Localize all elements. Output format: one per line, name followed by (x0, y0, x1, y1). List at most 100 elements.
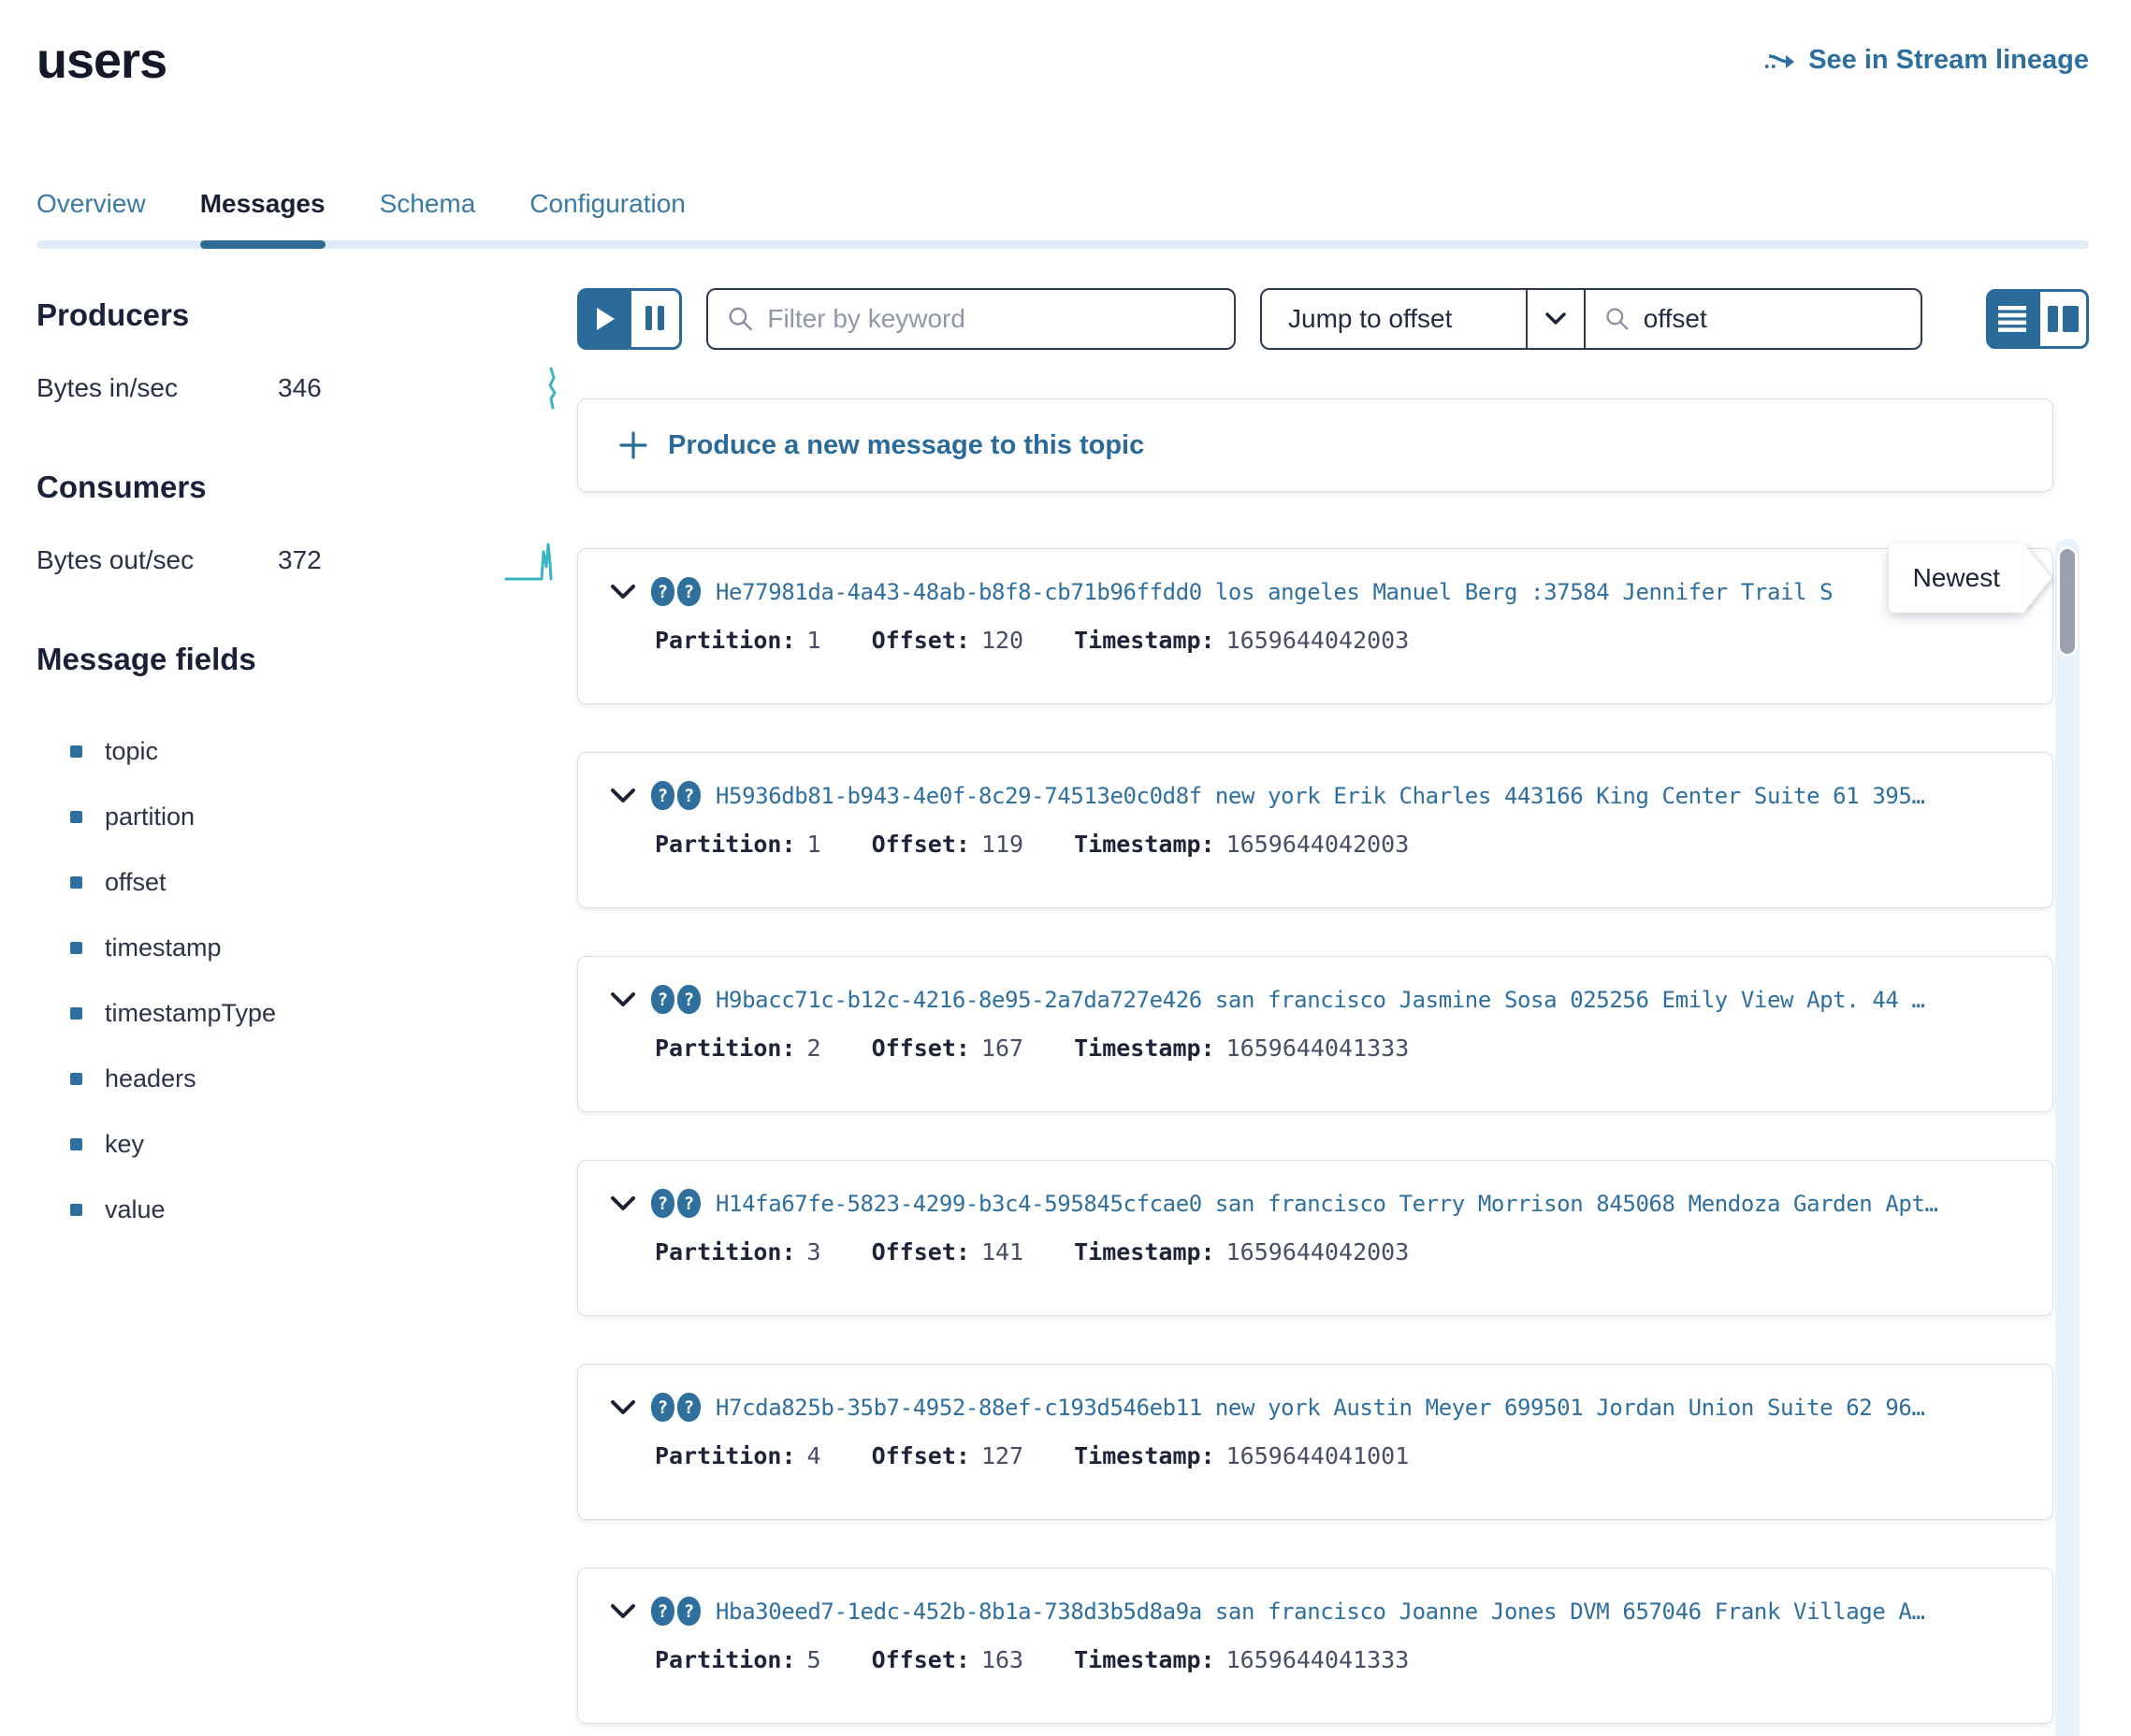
message-row[interactable]: ?? Hba30eed7-1edc-452b-8b1a-738d3b5d8a9a… (577, 1568, 2053, 1724)
list-view-icon (1998, 306, 2026, 332)
field-item-key: key (36, 1111, 577, 1177)
bullet-icon (70, 1138, 82, 1150)
main-area: Producers Bytes in/sec 346 Consumers Byt… (36, 249, 2089, 1724)
partition-field: Partition:4 (655, 1442, 821, 1469)
stream-lineage-link[interactable]: See in Stream lineage (1763, 45, 2089, 76)
offset-field: Offset:141 (872, 1238, 1024, 1266)
offset-search-input[interactable] (1644, 304, 1902, 334)
unknown-glyph-icon: ?? (651, 1393, 701, 1422)
unknown-glyph-icon: ?? (651, 985, 701, 1014)
offset-field: Offset:167 (872, 1034, 1024, 1062)
consumers-heading: Consumers (36, 470, 577, 505)
tab-messages[interactable]: Messages (200, 189, 326, 249)
jump-mode-select[interactable]: Jump to offset (1262, 290, 1526, 348)
offset-field: Offset:120 (872, 627, 1024, 654)
newest-badge: Newest (1889, 543, 2024, 613)
message-key: Hba30eed7-1edc-452b-8b1a-738d3b5d8a9a sa… (716, 1599, 2021, 1625)
search-icon (727, 304, 754, 334)
scrollbar-track (2055, 539, 2080, 1736)
unknown-glyph-icon: ?? (651, 1189, 701, 1218)
field-item-value: value (36, 1177, 577, 1242)
chevron-down-icon[interactable] (610, 1195, 636, 1212)
column-view-icon (2063, 306, 2079, 332)
message-row[interactable]: Newest ?? He77981da-4a43-48ab-b8f8-cb71b… (577, 548, 2053, 704)
play-icon (597, 308, 615, 330)
produce-message-label: Produce a new message to this topic (668, 430, 1144, 461)
message-row[interactable]: ?? H9bacc71c-b12c-4216-8e95-2a7da727e426… (577, 956, 2053, 1112)
lineage-arrow-icon (1763, 47, 1797, 75)
play-pause-toggle (577, 288, 682, 350)
bytes-out-sparkline-icon (504, 539, 562, 582)
plus-icon (619, 431, 647, 459)
message-key: He77981da-4a43-48ab-b8f8-cb71b96ffdd0 lo… (716, 579, 2021, 605)
messages-panel: Jump to offset (577, 249, 2089, 1724)
message-row[interactable]: ?? H14fa67fe-5823-4299-b3c4-595845cfcae0… (577, 1160, 2053, 1316)
message-key: H5936db81-b943-4e0f-8c29-74513e0c0d8f ne… (716, 783, 2021, 809)
page-title: users (36, 32, 167, 90)
keyword-filter-input[interactable] (767, 304, 1215, 334)
pause-button[interactable] (629, 288, 683, 350)
field-item-partition: partition (36, 784, 577, 849)
sidebar: Producers Bytes in/sec 346 Consumers Byt… (36, 249, 577, 1724)
column-view-icon (2048, 306, 2058, 332)
tab-overview[interactable]: Overview (36, 189, 146, 249)
newest-badge-label: Newest (1913, 563, 2000, 593)
offset-field: Offset:119 (872, 831, 1024, 858)
chevron-down-icon[interactable] (610, 584, 636, 600)
bytes-in-value: 346 (278, 373, 322, 403)
chevron-down-icon[interactable] (610, 991, 636, 1008)
offset-field: Offset:163 (872, 1646, 1024, 1673)
bytes-out-label: Bytes out/sec (36, 545, 278, 575)
message-fields-heading: Message fields (36, 642, 577, 677)
list-view-button[interactable] (1986, 289, 2037, 349)
field-item-offset: offset (36, 849, 577, 915)
bytes-out-value: 372 (278, 545, 322, 575)
bytes-in-metric: Bytes in/sec 346 (36, 367, 577, 410)
message-key: H9bacc71c-b12c-4216-8e95-2a7da727e426 sa… (716, 987, 2021, 1013)
bytes-in-label: Bytes in/sec (36, 373, 278, 403)
topic-page: users See in Stream lineage Overview Mes… (0, 0, 2131, 1736)
field-item-timestampType: timestampType (36, 980, 577, 1046)
partition-field: Partition:1 (655, 627, 821, 654)
bullet-icon (70, 745, 82, 758)
search-icon (1604, 304, 1631, 334)
scrollbar-thumb[interactable] (2057, 546, 2078, 657)
tab-schema[interactable]: Schema (380, 189, 476, 249)
chevron-down-icon[interactable] (610, 788, 636, 804)
producers-heading: Producers (36, 297, 577, 333)
field-item-timestamp: timestamp (36, 915, 577, 980)
chevron-down-icon[interactable] (610, 1399, 636, 1416)
jump-mode-chevron[interactable] (1526, 290, 1584, 348)
message-row[interactable]: ?? H5936db81-b943-4e0f-8c29-74513e0c0d8f… (577, 752, 2053, 908)
column-view-button[interactable] (2037, 289, 2089, 349)
chevron-down-icon[interactable] (610, 1603, 636, 1620)
message-list: Newest ?? He77981da-4a43-48ab-b8f8-cb71b… (577, 548, 2089, 1724)
jump-mode-value: Jump to offset (1288, 304, 1452, 334)
tab-bar: Overview Messages Schema Configuration (36, 189, 2089, 249)
bullet-icon (70, 1007, 82, 1020)
play-button[interactable] (577, 288, 629, 350)
unknown-glyph-icon: ?? (651, 1597, 701, 1626)
jump-to-offset-group: Jump to offset (1260, 288, 1922, 350)
partition-field: Partition:3 (655, 1238, 821, 1266)
bullet-icon (70, 942, 82, 954)
pause-icon (643, 306, 667, 333)
messages-toolbar: Jump to offset (577, 288, 2089, 350)
bullet-icon (70, 1073, 82, 1085)
partition-field: Partition:2 (655, 1034, 821, 1062)
timestamp-field: Timestamp:1659644041333 (1074, 1034, 1409, 1062)
message-row[interactable]: ?? H7cda825b-35b7-4952-88ef-c193d546eb11… (577, 1364, 2053, 1520)
bullet-icon (70, 811, 82, 823)
timestamp-field: Timestamp:1659644042003 (1074, 627, 1409, 654)
produce-message-button[interactable]: Produce a new message to this topic (577, 398, 2053, 492)
message-fields-list: topic partition offset timestamp timesta… (36, 718, 577, 1242)
page-header: users See in Stream lineage (36, 32, 2089, 90)
partition-field: Partition:5 (655, 1646, 821, 1673)
timestamp-field: Timestamp:1659644041001 (1074, 1442, 1409, 1469)
unknown-glyph-icon: ?? (651, 781, 701, 810)
keyword-filter (706, 288, 1236, 350)
unknown-glyph-icon: ?? (651, 577, 701, 606)
tab-configuration[interactable]: Configuration (529, 189, 686, 249)
message-key: H7cda825b-35b7-4952-88ef-c193d546eb11 ne… (716, 1395, 2021, 1421)
timestamp-field: Timestamp:1659644042003 (1074, 1238, 1409, 1266)
